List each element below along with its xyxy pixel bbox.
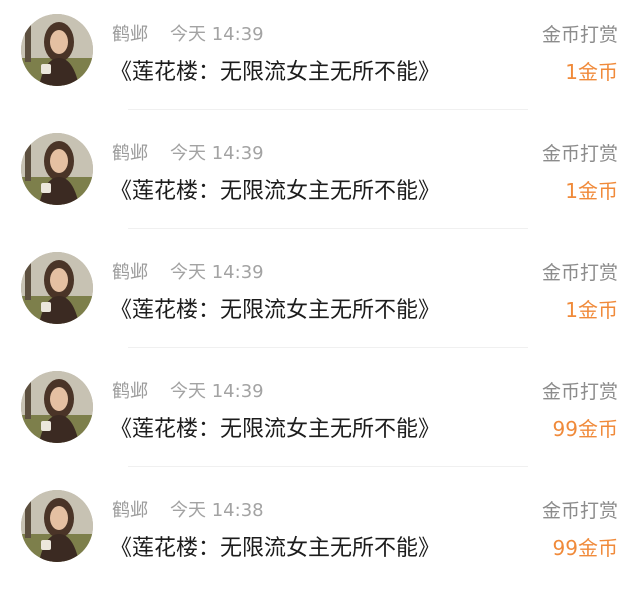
reward-record-row[interactable]: 鹤邺 今天 14:39 《莲花楼：无限流女主无所不能》 金币打赏 99金币 (0, 357, 640, 476)
reward-record-list: 鹤邺 今天 14:39 《莲花楼：无限流女主无所不能》 金币打赏 1金币 鹤邺 … (0, 0, 640, 590)
user-name[interactable]: 鹤邺 (112, 377, 148, 403)
timestamp: 今天 14:39 (170, 24, 264, 45)
reward-amount: 1金币 (565, 298, 618, 322)
avatar-photo-icon (21, 252, 93, 324)
book-title[interactable]: 《莲花楼：无限流女主无所不能》 (110, 173, 440, 205)
user-avatar[interactable] (21, 14, 93, 86)
row-divider (128, 109, 528, 110)
user-name[interactable]: 鹤邺 (112, 20, 148, 46)
timestamp: 今天 14:38 (170, 500, 264, 521)
user-avatar[interactable] (21, 371, 93, 443)
row-divider (128, 228, 528, 229)
book-title[interactable]: 《莲花楼：无限流女主无所不能》 (110, 54, 440, 86)
reward-type-label: 金币打赏 (541, 24, 618, 46)
reward-type-label: 金币打赏 (541, 381, 618, 403)
timestamp: 今天 14:39 (170, 262, 264, 283)
avatar-photo-icon (21, 490, 93, 562)
row-divider (128, 347, 528, 348)
reward-amount: 1金币 (565, 60, 618, 84)
timestamp: 今天 14:39 (170, 381, 264, 402)
avatar-photo-icon (21, 14, 93, 86)
reward-record-row[interactable]: 鹤邺 今天 14:39 《莲花楼：无限流女主无所不能》 金币打赏 1金币 (0, 238, 640, 357)
user-avatar[interactable] (21, 252, 93, 324)
reward-record-row[interactable]: 鹤邺 今天 14:39 《莲花楼：无限流女主无所不能》 金币打赏 1金币 (0, 0, 640, 119)
avatar-photo-icon (21, 133, 93, 205)
reward-amount: 99金币 (552, 536, 618, 560)
reward-type-label: 金币打赏 (541, 500, 618, 522)
user-avatar[interactable] (21, 490, 93, 562)
reward-type-label: 金币打赏 (541, 262, 618, 284)
reward-type-label: 金币打赏 (541, 143, 618, 165)
reward-record-row[interactable]: 鹤邺 今天 14:38 《莲花楼：无限流女主无所不能》 金币打赏 99金币 (0, 476, 640, 595)
user-name[interactable]: 鹤邺 (112, 496, 148, 522)
row-divider (128, 466, 528, 467)
avatar-photo-icon (21, 371, 93, 443)
reward-amount: 1金币 (565, 179, 618, 203)
reward-record-row[interactable]: 鹤邺 今天 14:39 《莲花楼：无限流女主无所不能》 金币打赏 1金币 (0, 119, 640, 238)
user-avatar[interactable] (21, 133, 93, 205)
book-title[interactable]: 《莲花楼：无限流女主无所不能》 (110, 530, 440, 562)
book-title[interactable]: 《莲花楼：无限流女主无所不能》 (110, 411, 440, 443)
user-name[interactable]: 鹤邺 (112, 139, 148, 165)
reward-amount: 99金币 (552, 417, 618, 441)
book-title[interactable]: 《莲花楼：无限流女主无所不能》 (110, 292, 440, 324)
timestamp: 今天 14:39 (170, 143, 264, 164)
user-name[interactable]: 鹤邺 (112, 258, 148, 284)
